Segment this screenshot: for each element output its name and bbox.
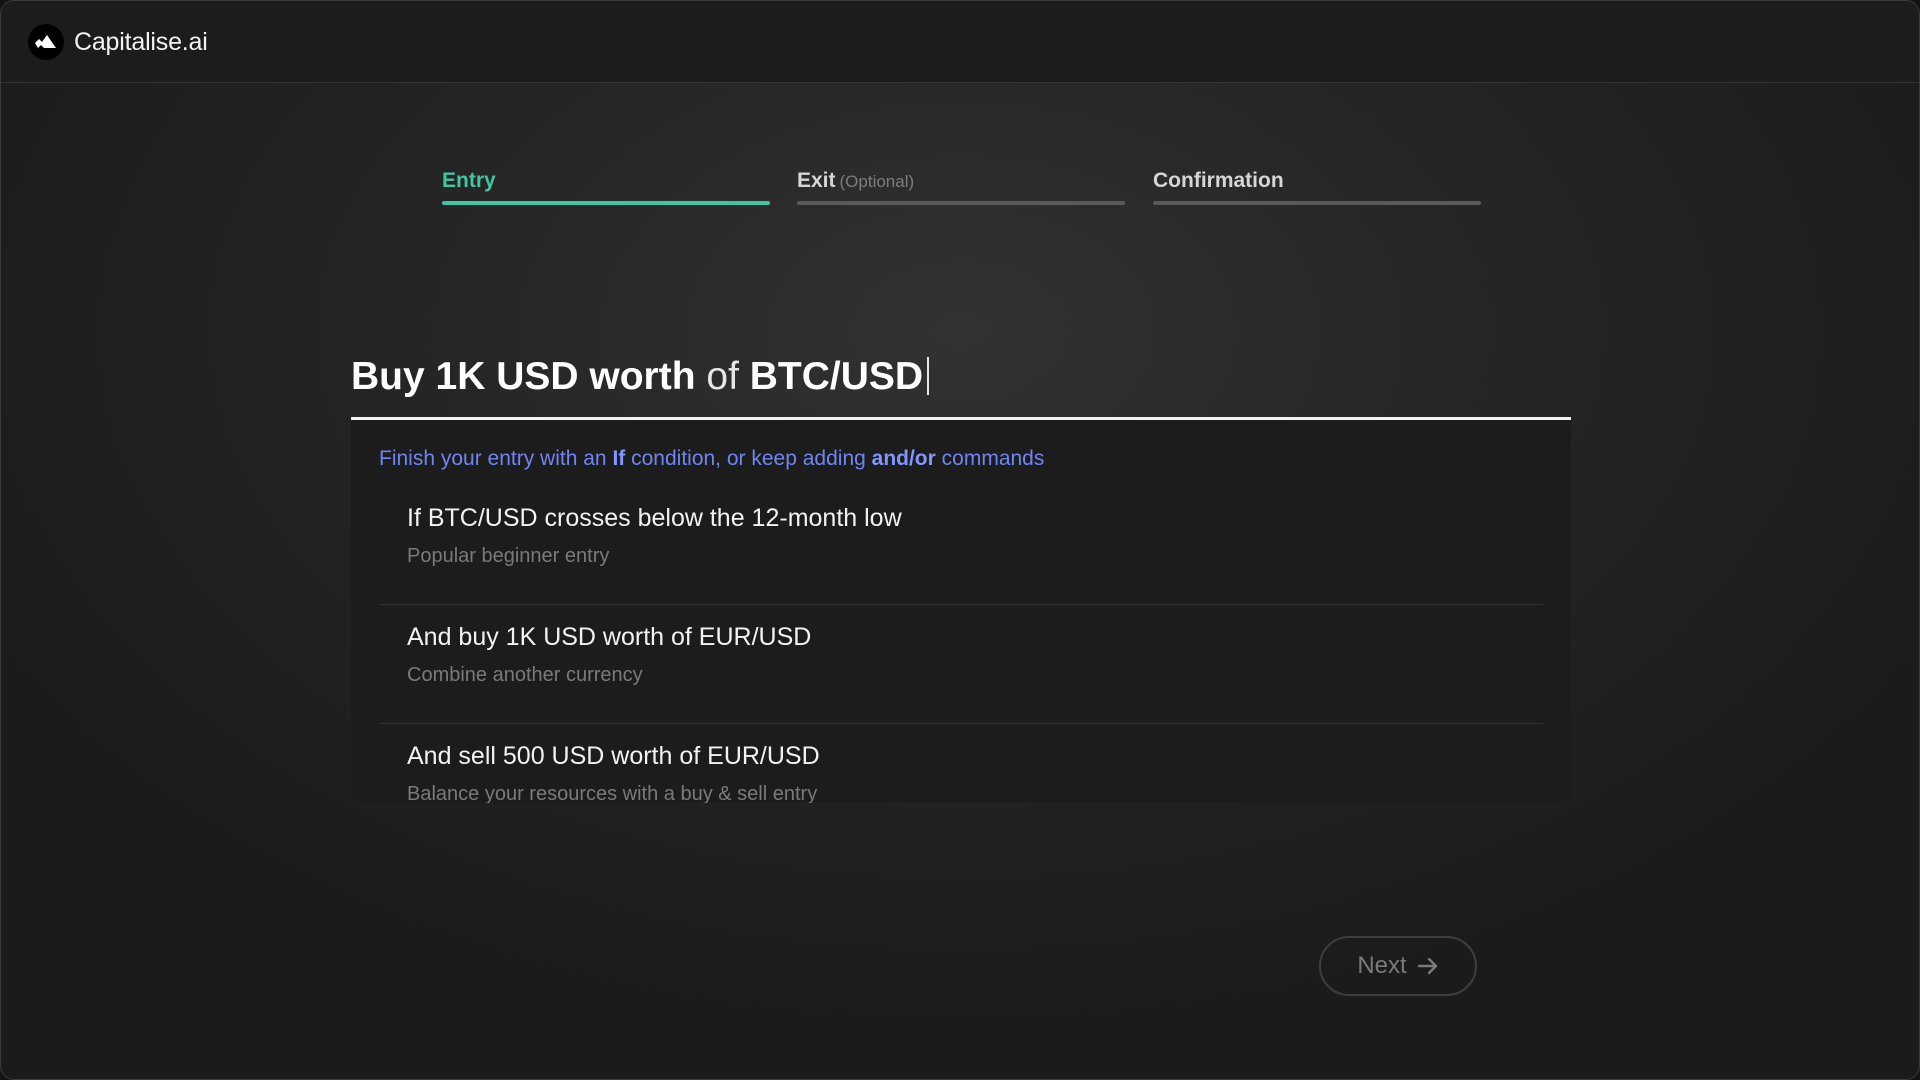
arrow-right-icon xyxy=(1417,957,1437,975)
step-progress-bar xyxy=(442,201,770,205)
text-caret xyxy=(927,357,930,395)
suggestion-title: If BTC/USD crosses below the 12-month lo… xyxy=(407,504,902,532)
suggestion-list: If BTC/USD crosses below the 12-month lo… xyxy=(379,486,1543,803)
suggestion-title: And buy 1K USD worth of EUR/USD xyxy=(407,623,812,651)
suggestions-panel: Finish your entry with an If condition, … xyxy=(351,420,1571,803)
step-label: Confirmation xyxy=(1153,169,1284,192)
hint-text: Finish your entry with an If condition, … xyxy=(379,447,1045,470)
command-input[interactable]: Buy 1K USD worth of BTC/USD xyxy=(351,351,1571,420)
command-token-asset: BTC/USD xyxy=(749,355,924,398)
suggestion-item[interactable]: And buy 1K USD worth of EUR/USD Combine … xyxy=(379,605,1543,724)
command-token-connector: of xyxy=(706,355,739,398)
next-button-label: Next xyxy=(1357,952,1407,979)
top-bar: Capitalise.ai xyxy=(1,1,1919,83)
stepper: Entry Exit (Optional) Confirmation xyxy=(442,163,1481,209)
step-label: Entry xyxy=(442,169,496,192)
command-text: Buy 1K USD worth of BTC/USD xyxy=(351,355,930,399)
next-button[interactable]: Next xyxy=(1319,936,1477,996)
mountain-logo-icon xyxy=(28,24,64,60)
app-window: Capitalise.ai Entry Exit (Optional) Confi… xyxy=(0,0,1920,1080)
suggestion-subtitle: Combine another currency xyxy=(407,664,643,686)
step-confirmation[interactable]: Confirmation xyxy=(1153,163,1481,205)
step-progress-bar xyxy=(1153,201,1481,205)
step-entry[interactable]: Entry xyxy=(442,163,770,205)
step-progress-bar xyxy=(797,201,1125,205)
step-exit[interactable]: Exit (Optional) xyxy=(797,163,1125,205)
suggestion-item[interactable]: And sell 500 USD worth of EUR/USD Balanc… xyxy=(379,724,1543,803)
brand-name: Capitalise.ai xyxy=(74,27,208,56)
optional-label: (Optional) xyxy=(839,172,915,191)
suggestion-title: And sell 500 USD worth of EUR/USD xyxy=(407,742,820,770)
suggestion-subtitle: Balance your resources with a buy & sell… xyxy=(407,783,818,803)
suggestion-subtitle: Popular beginner entry xyxy=(407,545,610,567)
command-token-action: Buy 1K USD worth xyxy=(351,355,696,398)
suggestion-item[interactable]: If BTC/USD crosses below the 12-month lo… xyxy=(379,486,1543,605)
brand[interactable]: Capitalise.ai xyxy=(28,23,208,61)
step-label: Exit (Optional) xyxy=(797,169,915,192)
hint-keyword-if: If xyxy=(612,447,626,470)
hint-keyword-and-or: and/or xyxy=(871,447,936,470)
